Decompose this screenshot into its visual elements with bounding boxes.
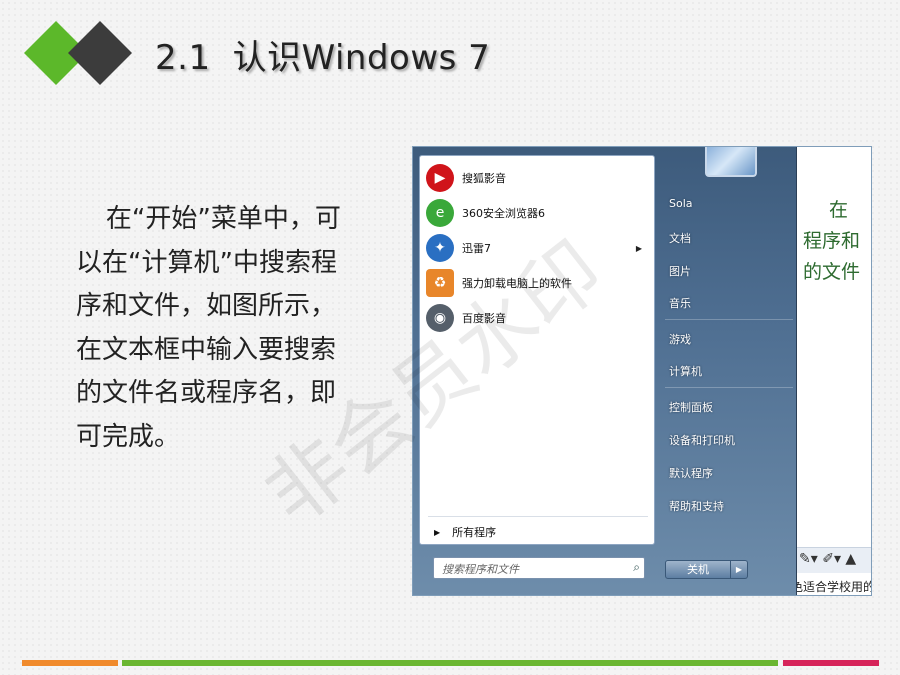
- 360-browser-icon: e: [426, 199, 454, 227]
- place-item-user[interactable]: Sola: [669, 197, 693, 210]
- program-item-uninstall[interactable]: ♻ 强力卸载电脑上的软件: [426, 267, 648, 299]
- arrow-right-icon: ▶: [434, 527, 441, 537]
- place-item-games[interactable]: 游戏: [669, 331, 691, 347]
- place-item-computer[interactable]: 计算机: [669, 363, 702, 379]
- all-programs-item[interactable]: ▶ 所有程序: [434, 524, 496, 540]
- format-toolbar: ✎▾ ✐▾ ▲: [793, 547, 871, 573]
- footer-bar-red: [783, 660, 879, 666]
- shutdown-button[interactable]: 关机: [665, 560, 731, 579]
- footer-bar-orange: [22, 660, 118, 666]
- body-text: 在“开始”菜单中，可以在“计算机”中搜索程序和文件，如图所示，在文本框中输入要搜…: [76, 204, 341, 452]
- start-menu-screenshot: 在 程序和 的文件 ✎▾ ✐▾ ▲ 色适合学校用的 ▶ 搜狐影音 e 360安全…: [412, 146, 872, 596]
- program-item-baidu[interactable]: ◉ 百度影音: [426, 302, 648, 334]
- programs-pane: ▶ 搜狐影音 e 360安全浏览器6 ✦ 迅雷7 ▶ ♻ 强力卸载电脑上的软件 …: [419, 155, 655, 545]
- search-area: 搜索程序和文件 ⌕: [419, 545, 655, 589]
- page-title: 2.1 认识Windows 7: [155, 38, 491, 78]
- place-item-default-programs[interactable]: 默认程序: [669, 465, 713, 481]
- divider: [665, 387, 793, 388]
- logo: [24, 21, 132, 85]
- place-item-pictures[interactable]: 图片: [669, 263, 691, 279]
- place-item-devices[interactable]: 设备和打印机: [669, 432, 735, 448]
- search-icon[interactable]: ⌕: [633, 560, 640, 575]
- place-item-documents[interactable]: 文档: [669, 230, 691, 246]
- program-item-sohu[interactable]: ▶ 搜狐影音: [426, 162, 648, 194]
- program-item-thunder[interactable]: ✦ 迅雷7 ▶: [426, 232, 648, 264]
- uninstall-icon: ♻: [426, 269, 454, 297]
- user-picture[interactable]: [705, 147, 757, 177]
- baidu-player-icon: ◉: [426, 304, 454, 332]
- footer-bar-green: [122, 660, 778, 666]
- place-item-control-panel[interactable]: 控制面板: [669, 399, 713, 415]
- submenu-arrow-icon: ▶: [635, 243, 642, 253]
- divider: [665, 319, 793, 320]
- divider: [428, 516, 648, 517]
- search-input[interactable]: 搜索程序和文件 ⌕: [433, 557, 645, 579]
- background-document: 在 程序和 的文件 ✎▾ ✐▾ ▲ 色适合学校用的: [785, 147, 871, 595]
- place-item-music[interactable]: 音乐: [669, 295, 691, 311]
- places-pane: Sola 文档 图片 音乐 游戏 计算机 控制面板 设备和打印机 默认程序 帮助…: [661, 147, 797, 595]
- thunder-icon: ✦: [426, 234, 454, 262]
- doc-status-text: 色适合学校用的: [785, 575, 871, 595]
- start-menu: ▶ 搜狐影音 e 360安全浏览器6 ✦ 迅雷7 ▶ ♻ 强力卸载电脑上的软件 …: [413, 147, 797, 595]
- shutdown-options-button[interactable]: ▶: [731, 560, 748, 579]
- place-item-help[interactable]: 帮助和支持: [669, 498, 724, 514]
- sohu-video-icon: ▶: [426, 164, 454, 192]
- program-item-360[interactable]: e 360安全浏览器6: [426, 197, 648, 229]
